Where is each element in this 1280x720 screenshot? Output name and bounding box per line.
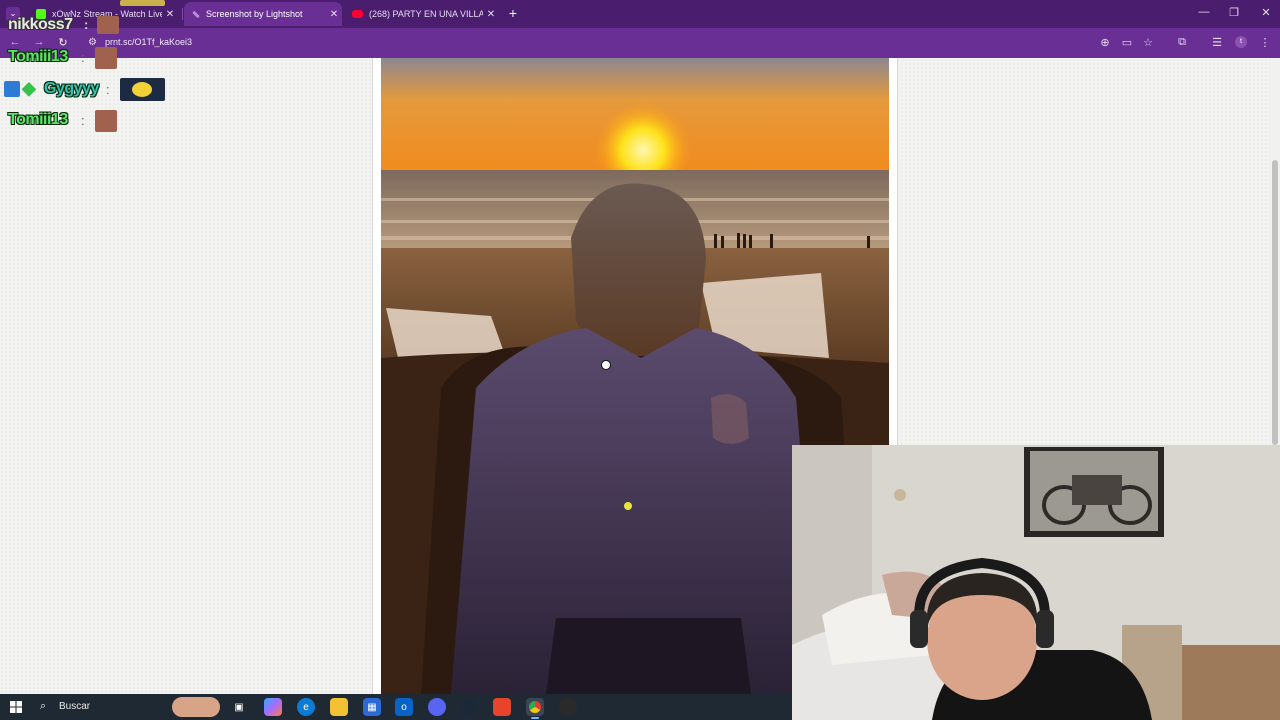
close-window-icon[interactable]: ✕ [1256,6,1276,19]
tab-title: Screenshot by Lightshot [206,9,303,19]
windows-taskbar: ⌕ Buscar ▣ e ▦ o [0,694,792,720]
chrome-icon[interactable] [526,698,544,719]
tab-title: xOwNz Stream - Watch Live on Kick [52,9,162,19]
tab-kick-stream[interactable]: xOwNz Stream - Watch Live on Kick ✕ [28,2,178,26]
lightshot-favicon-icon [192,10,200,18]
menu-dots-icon[interactable]: ⋮ [1258,36,1272,49]
extensions-icon[interactable]: ⧉ [1175,36,1189,49]
minimize-icon[interactable]: — [1194,6,1214,18]
close-tab-icon[interactable]: ✕ [483,9,499,20]
search-icon: ⌕ [40,700,47,712]
brave-icon[interactable] [493,698,511,716]
obs-icon[interactable] [559,698,577,716]
zoom-icon[interactable]: ⊕ [1098,36,1112,49]
tab-search-button[interactable]: ⌄ [6,7,20,21]
scrollbar-thumb[interactable] [1272,160,1278,445]
restore-icon[interactable]: ❐ [1224,6,1244,19]
search-placeholder: Buscar [59,701,91,712]
magnifier-cursor-icon [601,360,611,370]
discord-icon[interactable] [428,698,446,716]
copilot-icon[interactable] [264,698,282,716]
reload-icon[interactable]: ↻ [56,36,70,49]
close-tab-icon[interactable]: ✕ [162,9,178,20]
kick-favicon-icon [36,9,46,19]
new-tab-button[interactable]: + [505,5,521,21]
browser-tab-bar: ⌄ xOwNz Stream - Watch Live on Kick ✕ Sc… [0,0,1280,28]
edge-icon[interactable]: e [297,698,315,716]
forward-arrow-icon[interactable]: → [32,36,46,48]
file-explorer-icon[interactable] [330,698,348,716]
close-tab-icon[interactable]: ✕ [326,9,342,20]
tab-divider [182,8,183,20]
site-info-icon[interactable]: ⚙ [88,37,97,48]
url-text: prnt.sc/O1Tf_kaKoei3 [105,37,193,47]
cast-icon[interactable]: ▭ [1120,36,1134,49]
tab-youtube[interactable]: (268) PARTY EN UNA VILLA - YouTube ✕ [344,2,499,26]
webcam-overlay [792,445,1280,720]
reading-list-icon[interactable]: ☰ [1210,36,1224,49]
steam-icon[interactable] [460,698,478,716]
bookmark-star-icon[interactable]: ☆ [1141,36,1155,49]
outlook-icon[interactable]: o [395,698,413,716]
tab-lightshot[interactable]: Screenshot by Lightshot ✕ [184,2,342,26]
youtube-favicon-icon [352,10,363,18]
tab-title: (268) PARTY EN UNA VILLA - YouTube [369,9,483,19]
search-highlight-image [172,697,220,717]
browser-toolbar: ← → ↻ ⚙ prnt.sc/O1Tf_kaKoei3 ⊕ ▭ ☆ ⧉ ☰ ⋮ [0,28,1280,58]
profile-avatar[interactable]: t [1235,36,1247,48]
back-arrow-icon[interactable]: ← [8,36,22,48]
taskbar-search-box[interactable]: ⌕ Buscar [32,696,222,718]
address-bar[interactable]: ⚙ prnt.sc/O1Tf_kaKoei3 [84,33,1164,53]
windows-start-icon[interactable] [10,701,22,713]
store-icon[interactable]: ▦ [363,698,381,716]
task-view-icon[interactable]: ▣ [230,698,248,716]
